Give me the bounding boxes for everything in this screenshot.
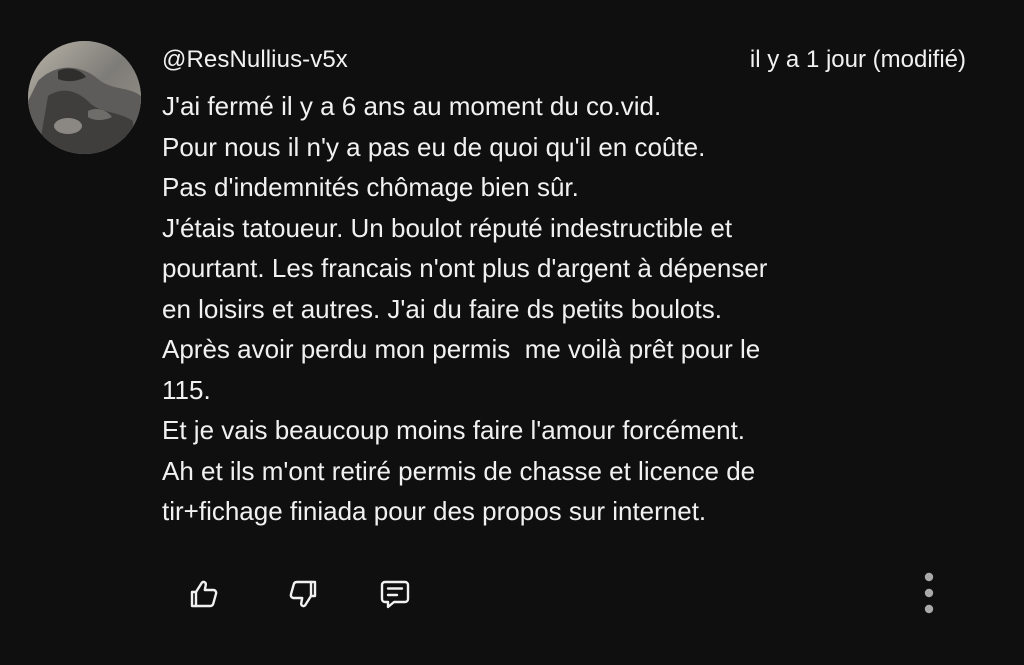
avatar-image (28, 41, 141, 154)
comment-line: en loisirs et autres. J'ai du faire ds p… (162, 293, 722, 324)
comment-thread: @ResNullius-v5x il y a 1 jour (modifié) … (0, 0, 1024, 665)
more-vertical-icon (924, 572, 934, 614)
comment-line: J'étais tatoueur. Un boulot réputé indes… (162, 212, 733, 243)
comment-line: Pour nous il n'y a pas eu de quoi qu'il … (162, 131, 706, 162)
comment-author[interactable]: @ResNullius-v5x (162, 44, 348, 76)
comment-timestamp[interactable]: il y a 1 jour (modifié) (750, 44, 966, 76)
comment-line: Et je vais beaucoup moins faire l'amour … (162, 415, 746, 445)
more-options-button[interactable] (903, 568, 955, 620)
like-button[interactable] (178, 568, 230, 620)
comment-line: J'ai fermé il y a 6 ans au moment du co.… (162, 91, 662, 121)
comment-line: Pas d'indemnités chômage bien sûr. (162, 172, 579, 202)
comment-actions (0, 568, 1024, 620)
comment-line: Ah et ils m'ont retiré permis de chasse … (162, 455, 756, 486)
comment-line: pourtant. Les francais n'ont plus d'arge… (162, 253, 768, 283)
avatar[interactable] (28, 41, 141, 154)
comment-line: Après avoir perdu mon permis me voilà pr… (162, 334, 761, 364)
comment-body: J'ai fermé il y a 6 ans au moment du co.… (162, 86, 962, 532)
thumb-down-icon (289, 580, 317, 608)
dislike-button[interactable] (277, 568, 329, 620)
comment-line: tir+fichage finiada pour des propos sur … (162, 496, 707, 526)
reply-button[interactable] (369, 568, 421, 620)
comment-line: 115. (162, 374, 211, 405)
comment-reply-icon (380, 580, 410, 609)
thumb-up-icon (190, 580, 218, 608)
